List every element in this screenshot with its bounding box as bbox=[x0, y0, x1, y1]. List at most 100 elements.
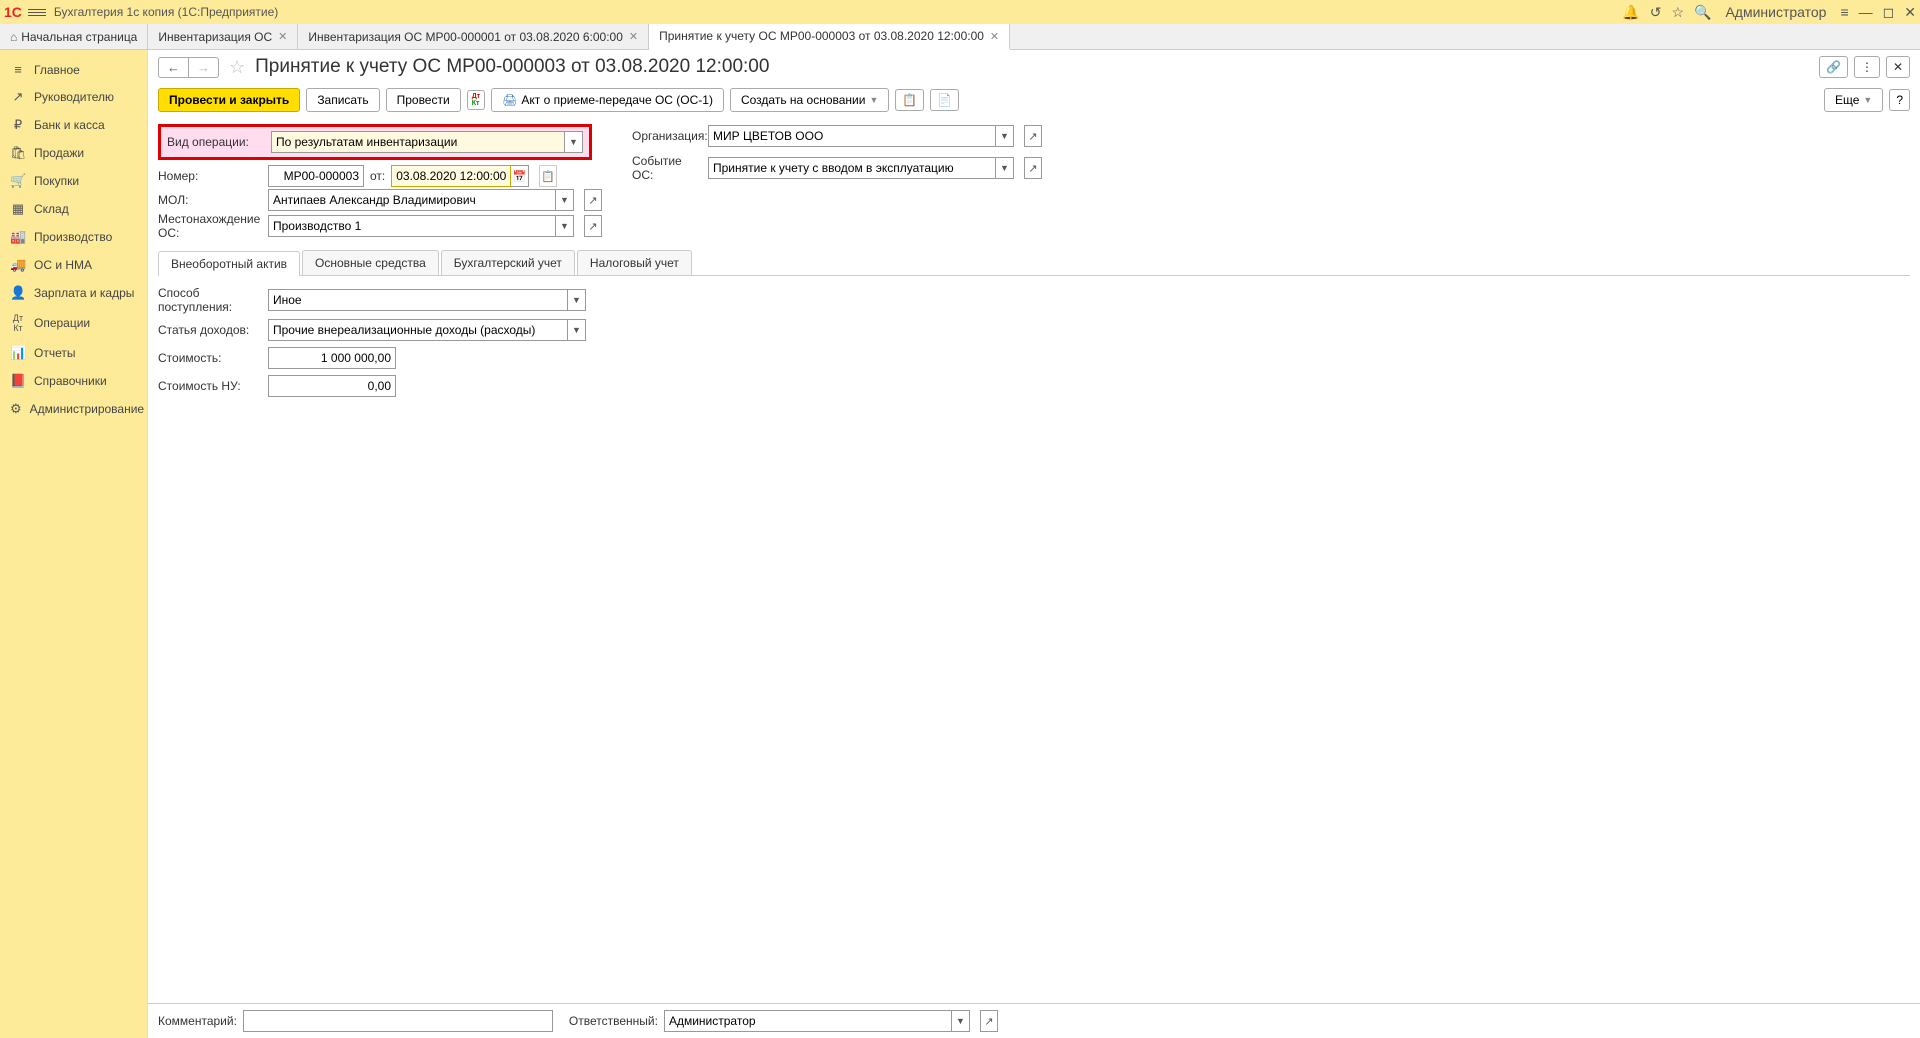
dtkt-button[interactable]: ДтКт bbox=[467, 90, 485, 110]
calendar-icon[interactable]: 📅 bbox=[511, 165, 529, 187]
history-icon[interactable]: ↺ bbox=[1650, 4, 1662, 21]
link-icon[interactable]: 🔗 bbox=[1819, 56, 1848, 78]
maximize-icon[interactable]: ◻ bbox=[1883, 4, 1895, 21]
mol-input[interactable] bbox=[268, 189, 556, 211]
sidebar-item-purchases[interactable]: 🛒Покупки bbox=[0, 167, 147, 195]
income-item-input[interactable] bbox=[268, 319, 568, 341]
extra-date-icon[interactable]: 📋 bbox=[539, 165, 557, 187]
open-icon[interactable]: ↗ bbox=[584, 215, 602, 237]
list-icon: ≡ bbox=[10, 62, 26, 77]
date-input[interactable] bbox=[391, 165, 511, 187]
sidebar-item-label: Справочники bbox=[34, 374, 107, 388]
minimize-icon[interactable]: — bbox=[1859, 4, 1873, 20]
factory-icon: 🏭 bbox=[10, 229, 26, 245]
op-type-label: Вид операции: bbox=[167, 135, 271, 149]
org-input[interactable] bbox=[708, 125, 996, 147]
attachments-button[interactable]: 📄 bbox=[930, 89, 959, 111]
op-type-input[interactable] bbox=[271, 131, 565, 153]
settings-icon[interactable]: ≡ bbox=[1840, 4, 1848, 20]
sidebar-item-assets[interactable]: 🚚ОС и НМА bbox=[0, 251, 147, 279]
app-title: Бухгалтерия 1с копия (1С:Предприятие) bbox=[54, 5, 1622, 19]
close-icon[interactable]: ✕ bbox=[990, 30, 999, 43]
sidebar-item-operations[interactable]: ДтКтОперации bbox=[0, 307, 147, 339]
star-icon[interactable]: ☆ bbox=[1671, 4, 1684, 21]
event-label: Событие ОС: bbox=[632, 154, 702, 182]
tab-accounting[interactable]: Бухгалтерский учет bbox=[441, 250, 575, 275]
sidebar-item-label: Администрирование bbox=[30, 402, 144, 416]
number-input[interactable] bbox=[268, 165, 364, 187]
sidebar-item-label: Производство bbox=[34, 230, 112, 244]
close-icon[interactable]: ✕ bbox=[1904, 4, 1916, 21]
create-based-button[interactable]: Создать на основании▼ bbox=[730, 88, 889, 112]
dropdown-icon[interactable]: ▼ bbox=[996, 157, 1014, 179]
sidebar-item-manager[interactable]: ↗Руководителю bbox=[0, 83, 147, 111]
home-icon: ⌂ bbox=[10, 30, 17, 44]
create-based-label: Создать на основании bbox=[741, 93, 866, 107]
sidebar-item-catalogs[interactable]: 📕Справочники bbox=[0, 367, 147, 395]
dropdown-icon[interactable]: ▼ bbox=[952, 1010, 970, 1032]
dropdown-icon[interactable]: ▼ bbox=[556, 189, 574, 211]
loc-input[interactable] bbox=[268, 215, 556, 237]
help-button[interactable]: ? bbox=[1889, 89, 1910, 111]
cost-nu-input[interactable] bbox=[268, 375, 396, 397]
dropdown-icon[interactable]: ▼ bbox=[568, 319, 586, 341]
open-icon[interactable]: ↗ bbox=[584, 189, 602, 211]
tab-noncurrent-asset[interactable]: Внеоборотный актив bbox=[158, 251, 300, 276]
sidebar: ≡Главное ↗Руководителю ₽Банк и касса 🛍Пр… bbox=[0, 50, 148, 1038]
dropdown-icon[interactable]: ▼ bbox=[565, 131, 583, 153]
sidebar-item-warehouse[interactable]: ▦Склад bbox=[0, 195, 147, 223]
tab-inventory[interactable]: Инвентаризация ОС ✕ bbox=[148, 24, 298, 49]
dropdown-icon[interactable]: ▼ bbox=[996, 125, 1014, 147]
favorite-icon[interactable]: ☆ bbox=[229, 57, 245, 78]
inner-tabs: Внеоборотный актив Основные средства Бух… bbox=[158, 250, 1910, 276]
menu-icon[interactable] bbox=[28, 3, 46, 21]
tab-label: Инвентаризация ОС МР00-000001 от 03.08.2… bbox=[308, 30, 623, 44]
sidebar-item-sales[interactable]: 🛍Продажи bbox=[0, 139, 147, 167]
sidebar-item-label: Покупки bbox=[34, 174, 79, 188]
sidebar-item-bank[interactable]: ₽Банк и касса bbox=[0, 111, 147, 139]
caret-icon: ▼ bbox=[1863, 95, 1872, 105]
bell-icon[interactable]: 🔔 bbox=[1622, 4, 1639, 21]
print-button[interactable]: 🖨Акт о приеме-передаче ОС (ОС-1) bbox=[491, 88, 724, 112]
open-icon[interactable]: ↗ bbox=[1024, 157, 1042, 179]
open-icon[interactable]: ↗ bbox=[980, 1010, 998, 1032]
comment-input[interactable] bbox=[243, 1010, 553, 1032]
ruble-icon: ₽ bbox=[10, 117, 26, 133]
responsible-label: Ответственный: bbox=[569, 1014, 658, 1028]
tab-inventory-doc[interactable]: Инвентаризация ОС МР00-000001 от 03.08.2… bbox=[298, 24, 649, 49]
structure-button[interactable]: 📋 bbox=[895, 89, 924, 111]
receipt-method-input[interactable] bbox=[268, 289, 568, 311]
tab-tax[interactable]: Налоговый учет bbox=[577, 250, 692, 275]
header-row: ← → ☆ Принятие к учету ОС МР00-000003 от… bbox=[148, 50, 1920, 84]
more-icon[interactable]: ⋮ bbox=[1854, 56, 1880, 78]
sidebar-item-admin[interactable]: ⚙Администрирование bbox=[0, 395, 147, 423]
tab-fixed-assets[interactable]: Основные средства bbox=[302, 250, 439, 275]
sidebar-item-reports[interactable]: 📊Отчеты bbox=[0, 339, 147, 367]
tab-acceptance-doc[interactable]: Принятие к учету ОС МР00-000003 от 03.08… bbox=[649, 24, 1010, 50]
open-icon[interactable]: ↗ bbox=[1024, 125, 1042, 147]
responsible-input[interactable] bbox=[664, 1010, 952, 1032]
close-content-icon[interactable]: ✕ bbox=[1886, 56, 1910, 78]
sidebar-item-hr[interactable]: 👤Зарплата и кадры bbox=[0, 279, 147, 307]
search-icon[interactable]: 🔍 bbox=[1694, 4, 1711, 21]
user-label[interactable]: Администратор bbox=[1725, 4, 1826, 20]
tab-home-label: Начальная страница bbox=[21, 30, 137, 44]
more-button[interactable]: Еще▼ bbox=[1824, 88, 1883, 112]
tab-home[interactable]: ⌂ Начальная страница bbox=[0, 24, 148, 49]
back-button[interactable]: ← bbox=[159, 58, 188, 77]
sidebar-item-production[interactable]: 🏭 Производство bbox=[0, 223, 147, 251]
cost-input[interactable] bbox=[268, 347, 396, 369]
close-icon[interactable]: ✕ bbox=[278, 30, 287, 43]
close-icon[interactable]: ✕ bbox=[629, 30, 638, 43]
forward-button[interactable]: → bbox=[188, 58, 218, 77]
event-input[interactable] bbox=[708, 157, 996, 179]
dropdown-icon[interactable]: ▼ bbox=[568, 289, 586, 311]
tab-label: Инвентаризация ОС bbox=[158, 30, 272, 44]
org-label: Организация: bbox=[632, 129, 702, 143]
save-button[interactable]: Записать bbox=[306, 88, 379, 112]
post-close-button[interactable]: Провести и закрыть bbox=[158, 88, 300, 112]
form-area: Вид операции: ▼ Номер: от: 📅 bbox=[148, 120, 1920, 1003]
sidebar-item-main[interactable]: ≡Главное bbox=[0, 56, 147, 83]
post-button[interactable]: Провести bbox=[386, 88, 461, 112]
dropdown-icon[interactable]: ▼ bbox=[556, 215, 574, 237]
